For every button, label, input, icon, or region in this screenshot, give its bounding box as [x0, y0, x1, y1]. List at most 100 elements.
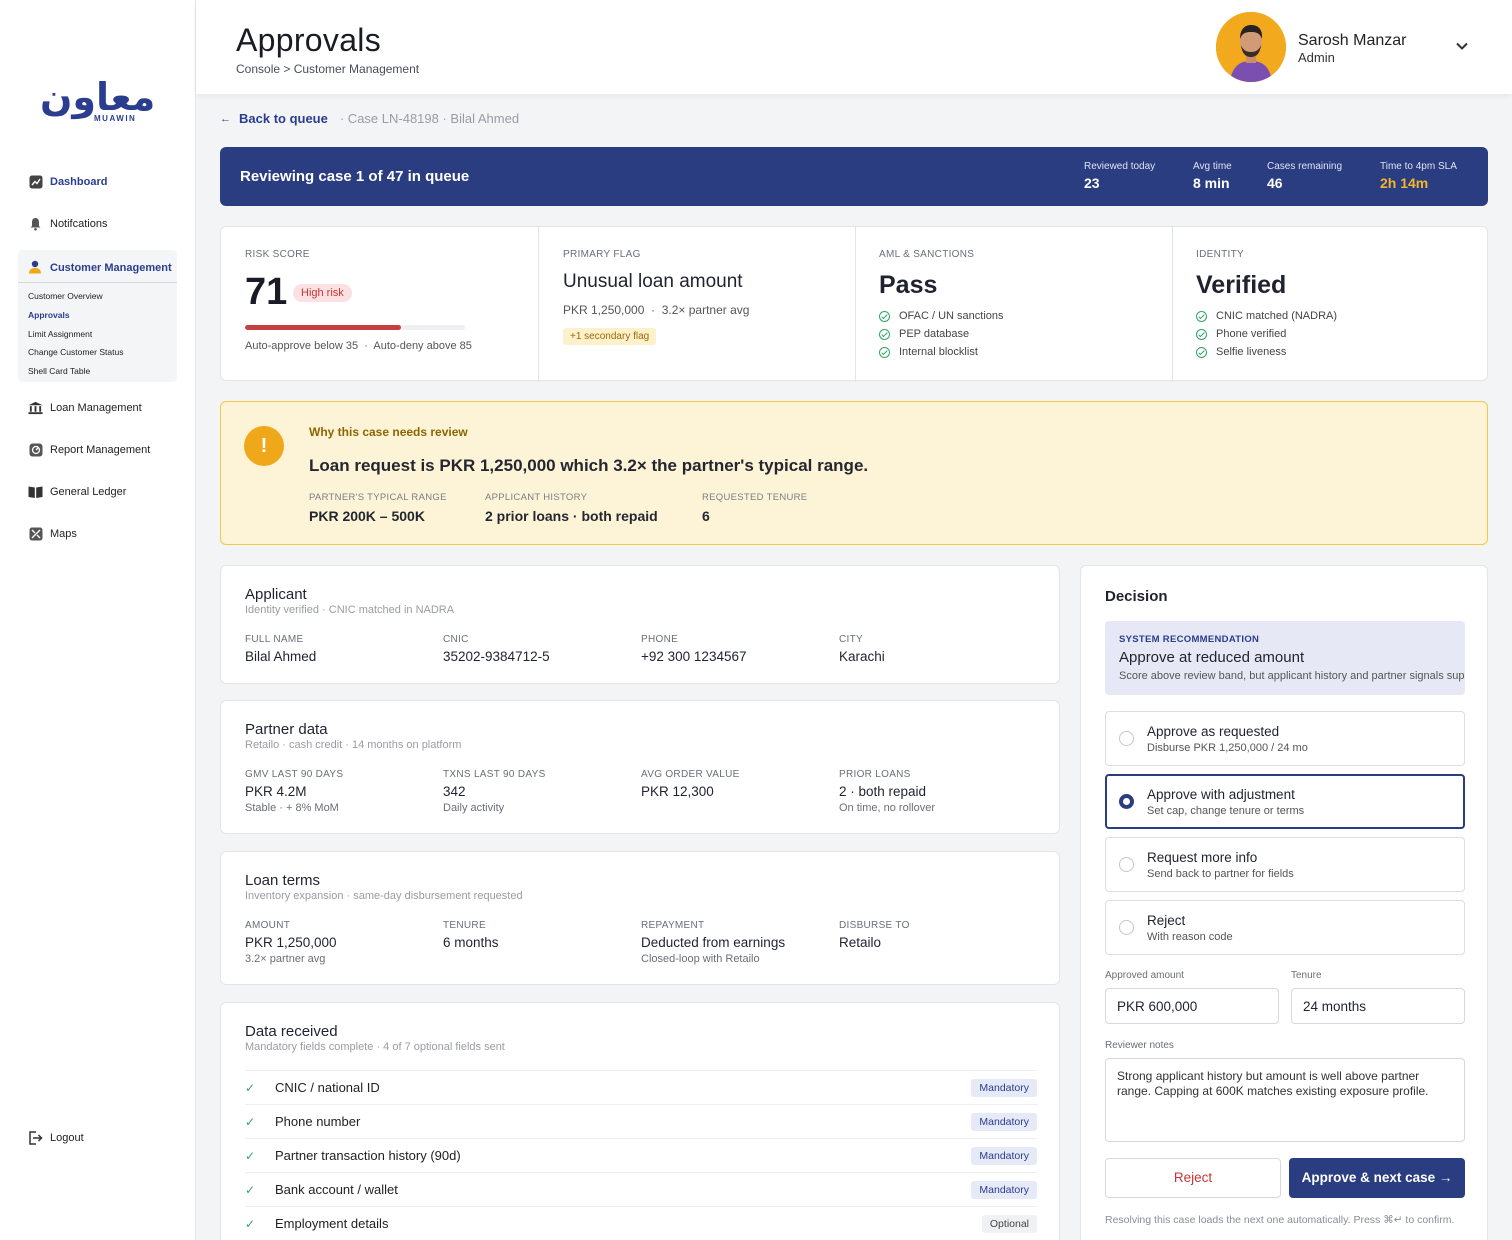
aml-label: AML & sanctions — [879, 249, 975, 260]
field-value: Deducted from earnings — [641, 935, 786, 950]
check-item: Internal blocklist — [879, 343, 1004, 361]
breadcrumb[interactable]: Console > Customer Management — [236, 62, 419, 76]
approved-amount-input[interactable]: PKR 600,000 — [1105, 988, 1279, 1024]
queue-banner: Reviewing case 1 of 47 in queue Reviewed… — [220, 147, 1488, 206]
tenure-input[interactable]: 24 months — [1291, 988, 1465, 1024]
mandatory-tag: Mandatory — [971, 1180, 1037, 1199]
logo-arabic: معاون — [40, 75, 156, 119]
sidebar-item-report-management[interactable]: Report Management — [28, 442, 150, 457]
sidebar-item-logout[interactable]: Logout — [28, 1130, 84, 1145]
secondary-flag-chip[interactable]: +1 secondary flag — [563, 328, 657, 345]
option-approve-with-adjustment[interactable]: Approve with adjustment Set cap, change … — [1105, 774, 1465, 829]
risk-thresholds: Auto-approve below 35 · Auto-deny above … — [245, 340, 472, 352]
user-name: Sarosh Manzar — [1298, 32, 1407, 49]
option-title: Reject — [1147, 913, 1186, 928]
check-text: Internal blocklist — [899, 346, 978, 358]
approve-next-button[interactable]: Approve & next case → — [1289, 1158, 1465, 1198]
check-circle-icon — [1196, 310, 1207, 322]
aml-status: Pass — [879, 271, 938, 299]
check-text: Selfie liveness — [1216, 346, 1287, 358]
field-phone: Phone +92 300 1234567 — [641, 634, 746, 664]
field-subtext: Closed-loop with Retailo — [641, 953, 760, 965]
sidebar-item-label: Maps — [50, 527, 77, 540]
sidebar-item-notifications[interactable]: Notifcations — [28, 216, 107, 231]
aml-checklist: OFAC / UN sanctions PEP database Interna… — [879, 307, 1004, 361]
field-subtext: Stable · + 8% MoM — [245, 802, 339, 814]
section-subtitle: Identity verified · CNIC matched in NADR… — [245, 604, 455, 616]
mandatory-tag: Mandatory — [971, 1078, 1037, 1097]
field-value: 6 — [702, 508, 710, 524]
radio-button[interactable] — [1119, 857, 1134, 872]
field-label: City — [839, 634, 863, 645]
sidebar-item-maps[interactable]: Maps — [28, 526, 77, 541]
map-icon — [28, 526, 43, 541]
page-title: Approvals — [236, 22, 381, 58]
section-title: Applicant — [245, 586, 307, 603]
field-value: Retailo — [839, 935, 882, 950]
field-disburse-to: Disburse to Retailo — [839, 920, 910, 950]
aml-section: AML & sanctions Pass OFAC / UN sanctions… — [855, 227, 1172, 382]
sidebar-item-customer-management[interactable]: Customer Management — [28, 260, 172, 275]
sidebar-item-general-ledger[interactable]: General Ledger — [28, 484, 126, 499]
section-subtitle: Mandatory fields complete · 4 of 7 optio… — [245, 1041, 505, 1053]
field-label: Disburse to — [839, 920, 910, 931]
stat-cases-remaining: Cases remaining 46 — [1267, 161, 1342, 191]
reviewer-notes-textarea[interactable]: Strong applicant history but amount is w… — [1105, 1058, 1465, 1142]
section-title: Loan terms — [245, 872, 321, 889]
radio-button[interactable] — [1119, 920, 1134, 935]
risk-score-value: 71 — [245, 271, 288, 313]
check-circle-icon — [1196, 328, 1207, 340]
field-subtext: Daily activity — [443, 802, 505, 814]
case-reference: · Case LN-48198 · Bilal Ahmed — [339, 111, 520, 126]
section-subtitle: Retailo · cash credit · 14 months on pla… — [245, 739, 462, 751]
field-value: PKR 200K – 500K — [309, 508, 425, 524]
radio-button[interactable] — [1119, 731, 1134, 746]
stat-label: Time to 4pm SLA — [1380, 161, 1457, 172]
recommendation-description: Score above review band, but applicant h… — [1119, 670, 1465, 682]
back-to-queue-link[interactable]: ← Back to queue — [220, 111, 328, 126]
check-circle-icon — [1196, 346, 1207, 358]
identity-checklist: CNIC matched (NADRA) Phone verified Self… — [1196, 307, 1337, 361]
avatar[interactable] — [1216, 12, 1286, 82]
stat-value: 8 min — [1193, 175, 1230, 191]
data-row: ✓ CNIC / national ID Mandatory — [245, 1070, 1037, 1104]
field-value: Karachi — [839, 649, 885, 664]
field-value: PKR 1,250,000 — [245, 935, 337, 950]
muawin-logo[interactable]: معاون MUAWIN — [40, 78, 156, 128]
data-row: ✓ Phone number Mandatory — [245, 1104, 1037, 1138]
mandatory-tag: Mandatory — [971, 1146, 1037, 1165]
option-description: Set cap, change tenure or terms — [1147, 805, 1305, 817]
system-recommendation: System recommendation Approve at reduced… — [1105, 621, 1465, 695]
risk-label: Risk score — [245, 249, 310, 260]
option-reject[interactable]: Reject With reason code — [1105, 900, 1465, 955]
option-request-more-info[interactable]: Request more info Send back to partner f… — [1105, 837, 1465, 892]
check-item: CNIC matched (NADRA) — [1196, 307, 1337, 325]
field-avg-order-value: Avg order value PKR 12,300 — [641, 769, 740, 799]
sidebar-subitem-approvals[interactable]: Approvals — [28, 310, 70, 320]
field-label: Applicant history — [485, 492, 588, 503]
data-row-name: CNIC / national ID — [275, 1080, 380, 1095]
divider — [18, 282, 177, 283]
flag-title: Unusual loan amount — [563, 271, 743, 292]
sidebar-subitem-limit-assignment[interactable]: Limit Assignment — [28, 329, 92, 339]
chevron-down-icon[interactable] — [1454, 38, 1470, 54]
field-subtext: On time, no rollover — [839, 802, 935, 814]
check-text: Phone verified — [1216, 328, 1287, 340]
tenure-label: Tenure — [1291, 970, 1322, 981]
field-value: PKR 4.2M — [245, 784, 307, 799]
sidebar-subitem-customer-overview[interactable]: Customer Overview — [28, 291, 103, 301]
sidebar-subitem-change-customer-status[interactable]: Change Customer Status — [28, 347, 123, 357]
reject-button[interactable]: Reject — [1105, 1158, 1281, 1198]
sidebar-subitem-shell-card-table[interactable]: Shell Card Table — [28, 366, 90, 376]
check-item: Selfie liveness — [1196, 343, 1337, 361]
radio-button-selected[interactable] — [1119, 794, 1134, 809]
book-icon — [28, 484, 43, 499]
stat-value: 2h 14m — [1380, 175, 1429, 191]
option-approve-as-requested[interactable]: Approve as requested Disburse PKR 1,250,… — [1105, 711, 1465, 766]
risk-score-section: Risk score 71 High risk Auto-approve bel… — [221, 227, 538, 382]
applicant-history: Applicant history 2 prior loans · both r… — [485, 492, 658, 524]
sidebar-item-dashboard[interactable]: Dashboard — [28, 174, 107, 189]
sidebar-item-loan-management[interactable]: Loan Management — [28, 400, 142, 415]
checkmark-icon: ✓ — [245, 1114, 256, 1129]
field-label: Prior loans — [839, 769, 911, 780]
